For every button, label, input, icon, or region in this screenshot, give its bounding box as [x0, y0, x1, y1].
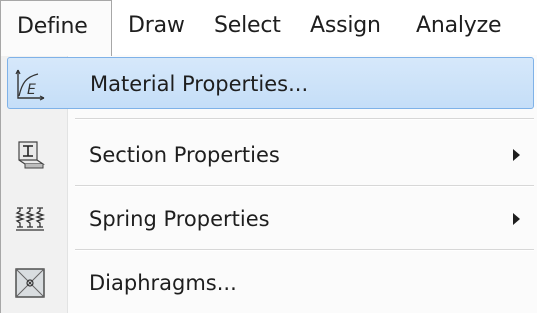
- menu-draw-label: Draw: [128, 13, 185, 38]
- menu-select-label: Select: [214, 13, 281, 38]
- menu-assign-label: Assign: [310, 13, 381, 38]
- diaphragms-icon: [13, 266, 47, 300]
- menu-separator: [75, 185, 534, 187]
- submenu-arrow-icon: [513, 213, 520, 225]
- section-properties-label: Section Properties: [89, 143, 280, 167]
- menu-define[interactable]: Define: [0, 0, 112, 56]
- menu-separator: [75, 249, 534, 251]
- menu-item-material-properties[interactable]: E Material Properties...: [7, 57, 534, 109]
- menu-item-section-properties[interactable]: Section Properties: [7, 129, 534, 181]
- svg-text:E: E: [27, 82, 36, 98]
- menu-analyze[interactable]: Analyze: [400, 0, 537, 54]
- menu-item-spring-properties[interactable]: Spring Properties: [7, 193, 534, 245]
- define-dropdown-menu: E Material Properties... Section Propert…: [0, 55, 537, 313]
- menu-analyze-label: Analyze: [416, 13, 502, 38]
- spring-properties-label: Spring Properties: [89, 207, 270, 231]
- menu-define-label: Define: [17, 14, 88, 39]
- spring-properties-icon: [13, 202, 47, 236]
- menu-draw[interactable]: Draw: [112, 0, 198, 54]
- menu-assign[interactable]: Assign: [294, 0, 400, 54]
- diaphragms-label: Diaphragms...: [89, 271, 237, 295]
- menu-separator: [75, 118, 534, 120]
- submenu-arrow-icon: [513, 149, 520, 161]
- menu-bar: Define Draw Select Assign Analyze: [0, 0, 537, 56]
- material-properties-label: Material Properties...: [90, 72, 309, 96]
- material-properties-icon: E: [14, 67, 48, 101]
- section-properties-icon: [13, 138, 47, 172]
- menu-select[interactable]: Select: [198, 0, 294, 54]
- menu-item-diaphragms[interactable]: Diaphragms...: [7, 257, 534, 309]
